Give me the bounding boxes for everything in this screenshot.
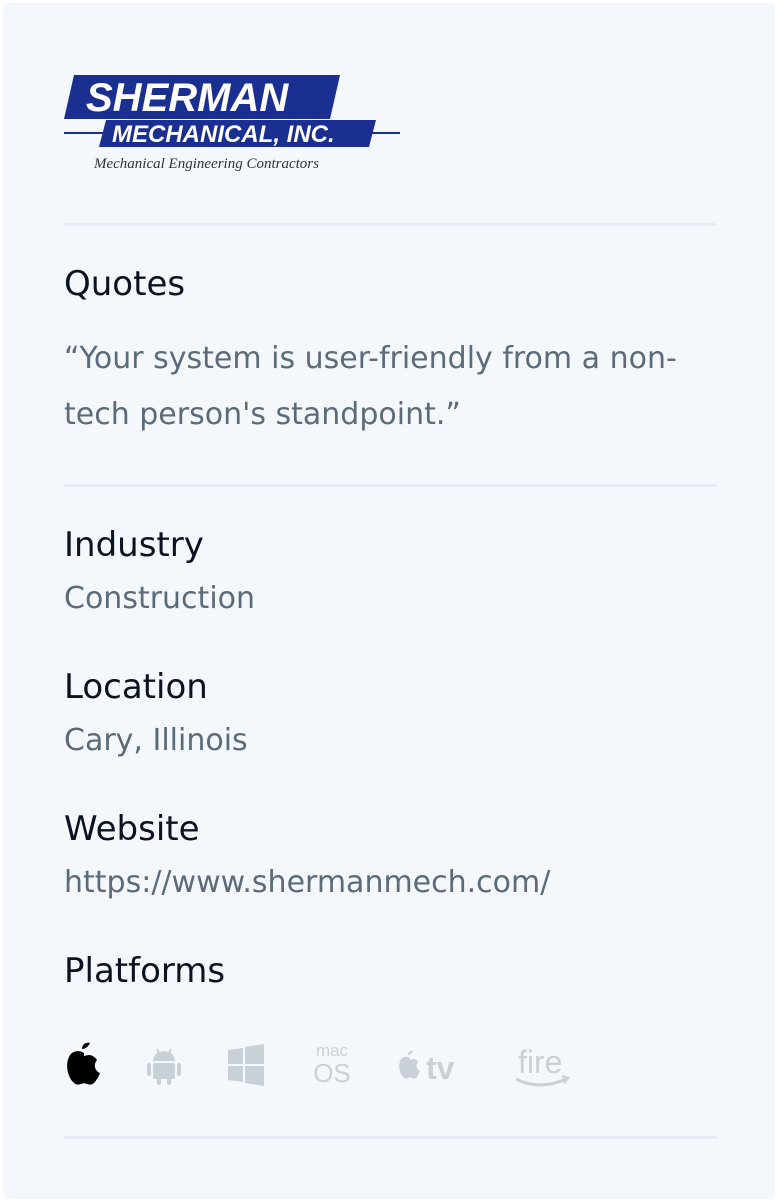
- quotes-title: Quotes: [64, 264, 186, 304]
- logo-subname: MECHANICAL, INC.: [112, 121, 335, 148]
- website-link[interactable]: https://www.shermanmech.com/: [64, 865, 550, 901]
- divider: [64, 484, 717, 487]
- amazon-fire-icon: fire: [515, 1044, 571, 1087]
- svg-text:fire: fire: [518, 1044, 562, 1080]
- case-study-card: SHERMAN MECHANICAL, INC. Mechanical Engi…: [3, 3, 775, 1199]
- website-title: Website: [64, 809, 200, 849]
- windows-icon: [228, 1044, 264, 1086]
- divider: [64, 1136, 717, 1139]
- apple-tv-icon: tv: [399, 1050, 455, 1086]
- industry-value: Construction: [64, 581, 256, 616]
- logo-name: SHERMAN: [86, 76, 289, 120]
- industry-title: Industry: [64, 525, 204, 565]
- location-title: Location: [64, 667, 208, 707]
- svg-text:tv: tv: [426, 1050, 455, 1086]
- svg-text:OS: OS: [313, 1058, 351, 1088]
- android-icon: [147, 1048, 181, 1085]
- quote-text: “Your system is user-friendly from a non…: [64, 341, 677, 432]
- logo-tagline: Mechanical Engineering Contractors: [93, 156, 319, 172]
- macos-icon: mac OS: [313, 1041, 351, 1088]
- sherman-mechanical-logo: SHERMAN MECHANICAL, INC. Mechanical Engi…: [64, 75, 400, 172]
- location-value: Cary, Illinois: [64, 723, 248, 758]
- divider: [64, 223, 717, 226]
- platforms-title: Platforms: [64, 951, 226, 991]
- apple-icon: [67, 1042, 100, 1085]
